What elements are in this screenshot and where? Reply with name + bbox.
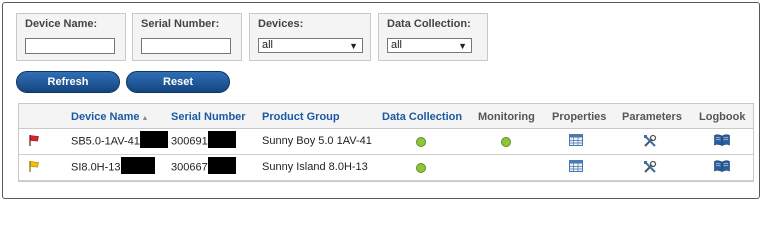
devices-filter: Devices: all ▼	[249, 13, 371, 61]
redaction-bar	[207, 157, 236, 174]
refresh-button[interactable]: Refresh	[16, 71, 120, 93]
device-name-input[interactable]	[25, 38, 115, 54]
book-icon[interactable]	[714, 160, 730, 172]
redaction-bar	[139, 131, 168, 148]
devices-select-value: all	[262, 39, 274, 51]
serial-number-filter: Serial Number:	[132, 13, 242, 61]
table-header: Device Name ▲ Serial Number Product Group…	[19, 104, 753, 129]
table-grid-icon[interactable]	[569, 134, 583, 146]
device-name-cell[interactable]: SB5.0-1AV-41	[71, 131, 168, 148]
column-header-parameters: Parameters	[622, 111, 682, 123]
chevron-down-icon: ▼	[458, 41, 467, 51]
data-collection-filter: Data Collection: all ▼	[378, 13, 488, 61]
serial-number-input[interactable]	[141, 38, 231, 54]
sort-asc-icon: ▲	[141, 115, 149, 122]
column-header-properties: Properties	[552, 111, 607, 123]
data-collection-status-dot	[416, 163, 426, 173]
table-row: SB5.0-1AV-41 300691 Sunny Boy 5.0 1AV-41	[19, 129, 753, 155]
device-overview-panel: Device Name: Serial Number: Devices: all…	[2, 2, 760, 199]
device-table: Device Name ▲ Serial Number Product Group…	[18, 103, 754, 182]
flag-icon	[29, 161, 39, 172]
devices-select[interactable]: all ▼	[258, 38, 363, 53]
column-header-data-collection[interactable]: Data Collection	[382, 111, 462, 123]
column-header-logbook: Logbook	[699, 111, 746, 123]
table-row: SI8.0H-13 300667 Sunny Island 8.0H-13	[19, 155, 753, 181]
reset-button[interactable]: Reset	[126, 71, 230, 93]
monitoring-status-dot	[501, 137, 511, 147]
data-collection-select-value: all	[391, 39, 403, 51]
book-icon[interactable]	[714, 134, 730, 146]
column-header-serial-number[interactable]: Serial Number	[171, 111, 246, 123]
serial-number-cell: 300667	[171, 157, 236, 174]
redaction-bar	[207, 131, 236, 148]
redaction-bar	[120, 157, 155, 174]
data-collection-status-dot	[416, 137, 426, 147]
serial-number-cell: 300691	[171, 131, 236, 148]
device-name-label: Device Name:	[25, 18, 98, 30]
column-header-product-group[interactable]: Product Group	[262, 111, 340, 123]
device-name-filter: Device Name:	[16, 13, 126, 61]
data-collection-label: Data Collection:	[387, 18, 471, 30]
tools-icon[interactable]	[643, 160, 657, 174]
column-header-monitoring: Monitoring	[478, 111, 535, 123]
device-name-cell[interactable]: SI8.0H-13	[71, 157, 155, 174]
data-collection-select[interactable]: all ▼	[387, 38, 472, 53]
devices-label: Devices:	[258, 18, 304, 30]
tools-icon[interactable]	[643, 134, 657, 148]
table-grid-icon[interactable]	[569, 160, 583, 172]
serial-number-label: Serial Number:	[141, 18, 220, 30]
product-group-cell: Sunny Island 8.0H-13	[262, 161, 368, 173]
chevron-down-icon: ▼	[349, 41, 358, 51]
column-header-device-name[interactable]: Device Name ▲	[71, 111, 148, 123]
flag-icon	[29, 135, 39, 146]
product-group-cell: Sunny Boy 5.0 1AV-41	[262, 135, 372, 147]
